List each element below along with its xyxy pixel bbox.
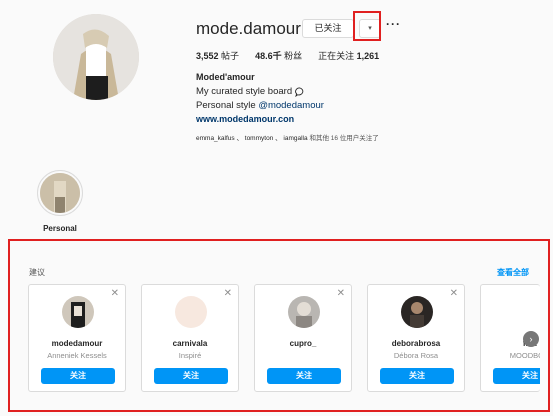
following-button[interactable]: 已关注 xyxy=(302,19,354,38)
story-highlight-personal[interactable] xyxy=(37,170,83,216)
annotation-highlight-dropdown xyxy=(353,11,381,41)
profile-fullname: Moded'amour xyxy=(196,72,255,82)
bio-line: My curated style board xyxy=(196,86,305,97)
website-link[interactable]: www.modedamour.con xyxy=(196,114,294,124)
posts-stat: 3,552 帖子 xyxy=(196,51,240,61)
highlight-cover-image xyxy=(40,173,80,213)
annotation-highlight-suggestions xyxy=(8,239,550,412)
profile-photo xyxy=(53,14,139,100)
bio-text: My curated style board xyxy=(196,86,293,97)
profile-username: mode.damour xyxy=(196,19,301,38)
more-options-icon[interactable]: ··· xyxy=(386,17,401,31)
bio-line: Personal style @modedamour xyxy=(196,100,324,111)
speech-bubble-icon xyxy=(295,87,304,97)
bio-mention-link[interactable]: @modedamour xyxy=(258,100,324,111)
profile-avatar[interactable] xyxy=(53,14,139,100)
highlight-label: Personal xyxy=(43,224,77,233)
followed-by-text[interactable]: emma_kalfus 、 tommyton 、 iamgalla 和其他 16… xyxy=(196,132,379,142)
followers-stat[interactable]: 48.6千 粉丝 xyxy=(255,49,302,62)
following-stat[interactable]: 正在关注 1,261 xyxy=(318,49,379,62)
profile-stats: 3,552 帖子 48.6千 粉丝 正在关注 1,261 xyxy=(196,49,379,62)
